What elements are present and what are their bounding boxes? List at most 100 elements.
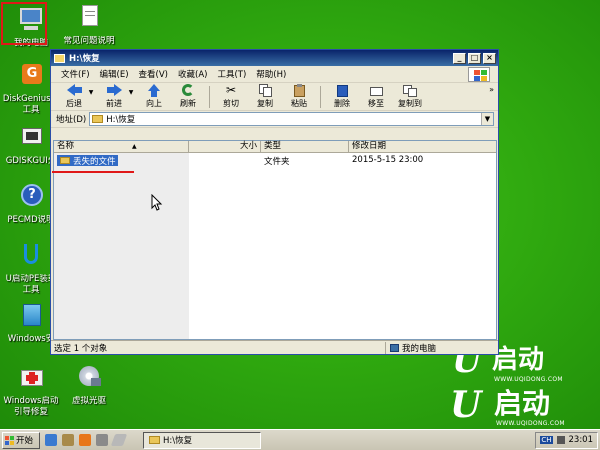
disc-icon: [74, 364, 104, 394]
file-row[interactable]: 丢失的文件 文件夹 2015-5-15 23:00: [54, 155, 494, 167]
start-button[interactable]: 开始: [2, 431, 40, 449]
copy-to-label: 复制到: [398, 99, 422, 108]
brand-text: 启动: [492, 345, 545, 375]
refresh-icon: [181, 84, 196, 97]
quicklaunch-orange-icon[interactable]: [79, 434, 91, 446]
quicklaunch-eraser-icon[interactable]: [110, 434, 128, 446]
file-list[interactable]: 名称 ▲ 大小 类型 修改日期 丢失的文件 文件夹 2015-5-15 23:0…: [53, 140, 497, 340]
desktop-icon-label: Windows启动: [3, 396, 59, 406]
desktop-icon-label: 常见问题说明: [63, 36, 115, 46]
toolbar: 后退 ▼ 前进 ▼ 向上 刷新 ✂ 剪切 复制 粘贴 删除 移至 复制到 »: [51, 83, 498, 111]
toolbar-separator: [209, 85, 210, 108]
delete-label: 删除: [334, 99, 350, 108]
address-input[interactable]: H:\恢复 ▼: [89, 112, 494, 126]
forward-dropdown-icon[interactable]: ▼: [127, 89, 135, 96]
up-button[interactable]: 向上: [137, 84, 171, 109]
forward-button[interactable]: 前进: [97, 84, 131, 109]
brand-u-icon: U: [450, 384, 482, 426]
brand-url: WWW.UQIDONG.COM: [494, 376, 563, 383]
address-value: H:\恢复: [106, 115, 136, 125]
address-dropdown-icon[interactable]: ▼: [481, 113, 493, 125]
delete-button[interactable]: 删除: [325, 84, 359, 109]
folder-icon: [92, 115, 104, 123]
copy-label: 复制: [257, 99, 273, 108]
maximize-button[interactable]: □: [468, 52, 481, 64]
address-label: 地址(D): [56, 115, 87, 125]
column-type[interactable]: 类型: [261, 141, 349, 152]
toolbar-chevron-icon[interactable]: »: [489, 85, 494, 94]
scissors-icon: ✂: [225, 83, 237, 97]
computer-icon: [16, 6, 46, 36]
menu-view[interactable]: 查看(V): [134, 68, 173, 80]
status-location: 我的电脑: [386, 342, 498, 354]
column-headers: 名称 ▲ 大小 类型 修改日期: [54, 141, 496, 153]
start-label: 开始: [16, 436, 34, 446]
close-button[interactable]: ×: [483, 52, 496, 64]
taskbar: 开始 H:\恢复 CH 23:01: [0, 429, 600, 450]
menu-favorites[interactable]: 收藏(A): [173, 68, 212, 80]
quicklaunch-disk-icon[interactable]: [96, 434, 108, 446]
desktop-icon-faq[interactable]: 常见问题说明: [58, 4, 120, 47]
column-modified[interactable]: 修改日期: [349, 141, 493, 152]
file-name: 丢失的文件: [73, 156, 116, 167]
column-size[interactable]: 大小: [189, 141, 261, 152]
menu-edit[interactable]: 编辑(E): [95, 68, 134, 80]
address-bar: 地址(D) H:\恢复 ▼: [51, 111, 498, 128]
copy-icon: [258, 84, 273, 97]
paste-button[interactable]: 粘贴: [282, 84, 316, 109]
cut-label: 剪切: [223, 99, 239, 108]
title-bar[interactable]: H:\恢复 _ □ ×: [51, 50, 498, 66]
installer-icon: [16, 302, 46, 332]
menu-help[interactable]: 帮助(H): [251, 68, 291, 80]
brand-logo-2: U 启动 WWW.UQIDONG.COM: [450, 387, 598, 429]
quicklaunch-tools-icon[interactable]: [62, 434, 74, 446]
menu-tools[interactable]: 工具(T): [212, 68, 251, 80]
annotation-underline: [52, 171, 134, 173]
desktop-icon-label-2: 引导修复: [13, 407, 48, 417]
move-to-button[interactable]: 移至: [359, 84, 393, 109]
desktop-icon-my-computer[interactable]: 我的电脑: [0, 1, 62, 49]
document-icon: [74, 4, 104, 34]
refresh-button[interactable]: 刷新: [171, 84, 205, 109]
status-bar: 选定 1 个对象 我的电脑: [51, 340, 498, 354]
speaker-icon[interactable]: [556, 436, 565, 444]
column-name[interactable]: 名称 ▲: [54, 141, 189, 152]
copy-to-button[interactable]: 复制到: [393, 84, 427, 109]
brand-url: WWW.UQIDONG.COM: [496, 420, 565, 427]
gdisk-icon: [16, 124, 46, 154]
folder-icon: [54, 53, 65, 63]
mouse-cursor-icon: [151, 194, 163, 211]
taskbar-window-label: H:\恢复: [163, 436, 193, 446]
help-icon: ?: [16, 183, 46, 213]
toolbar-separator: [320, 85, 321, 108]
explorer-window[interactable]: H:\恢复 _ □ × 文件(F) 编辑(E) 查看(V) 收藏(A) 工具(T…: [50, 49, 499, 355]
back-dropdown-icon[interactable]: ▼: [87, 89, 95, 96]
toolbox-icon: [16, 364, 46, 394]
status-location-label: 我的电脑: [402, 343, 437, 354]
desktop-icon-virtual-drive[interactable]: 虚拟光驱: [58, 364, 120, 407]
list-background: [54, 153, 189, 339]
minimize-button[interactable]: _: [453, 52, 466, 64]
clock[interactable]: 23:01: [569, 435, 594, 445]
desktop-icon-boot-repair[interactable]: Windows启动 引导修复: [0, 364, 62, 418]
copy-folder-icon: [402, 84, 418, 97]
delete-icon: [335, 84, 350, 97]
windows-logo-icon: [468, 67, 490, 82]
up-label: 向上: [146, 99, 162, 108]
menu-file[interactable]: 文件(F): [56, 68, 95, 80]
move-folder-icon: [369, 84, 384, 97]
file-name-cell[interactable]: 丢失的文件: [57, 155, 118, 167]
status-selection: 选定 1 个对象: [51, 341, 386, 354]
taskbar-window-button[interactable]: H:\恢复: [143, 431, 261, 449]
back-button[interactable]: 后退: [57, 84, 91, 109]
quicklaunch-browser-icon[interactable]: [45, 434, 57, 446]
menu-bar: 文件(F) 编辑(E) 查看(V) 收藏(A) 工具(T) 帮助(H): [51, 66, 498, 83]
windows-flag-icon: [5, 435, 14, 445]
refresh-label: 刷新: [180, 99, 196, 108]
copy-button[interactable]: 复制: [248, 84, 282, 109]
file-modified: 2015-5-15 23:00: [352, 155, 424, 165]
ime-indicator[interactable]: CH: [540, 436, 553, 444]
desktop-icon-label: 虚拟光驱: [71, 396, 106, 406]
cut-button[interactable]: ✂ 剪切: [214, 84, 248, 109]
sort-up-icon: ▲: [132, 143, 137, 150]
